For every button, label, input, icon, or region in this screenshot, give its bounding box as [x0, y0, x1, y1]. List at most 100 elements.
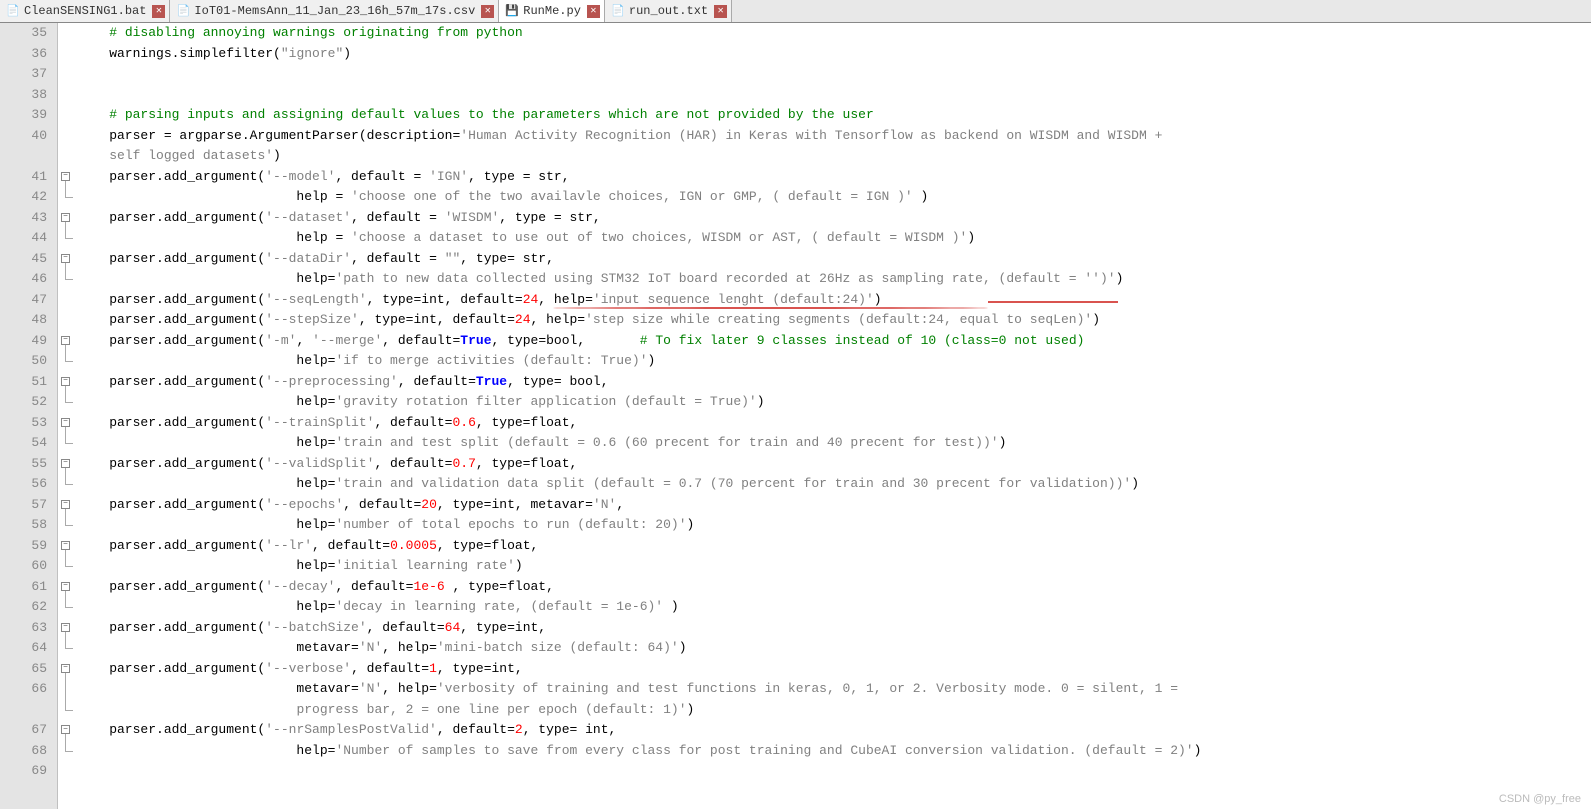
line-number: 46	[0, 269, 47, 290]
line-number: 40	[0, 126, 47, 147]
tab-runout[interactable]: 📄 run_out.txt ✕	[605, 0, 732, 22]
line-number: 47	[0, 290, 47, 311]
line-number: 62	[0, 597, 47, 618]
tab-label: IoT01-MemsAnn_11_Jan_23_16h_57m_17s.csv	[194, 4, 475, 18]
tab-bar: 📄 CleanSENSING1.bat ✕ 📄 IoT01-MemsAnn_11…	[0, 0, 1591, 23]
fold-column: − − − − − − − − − − − − −	[58, 23, 78, 809]
fold-marker[interactable]: −	[61, 459, 70, 468]
line-number: 38	[0, 85, 47, 106]
line-number: 48	[0, 310, 47, 331]
save-icon: 💾	[505, 4, 519, 18]
tab-runme[interactable]: 💾 RunMe.py ✕	[499, 0, 605, 22]
editor-area: 353637383940 414243444546474849505152535…	[0, 23, 1591, 809]
fold-marker[interactable]: −	[61, 172, 70, 181]
code-line[interactable]: parser.add_argument('--dataset', default…	[78, 208, 1591, 229]
code-line[interactable]: parser.add_argument('-m', '--merge', def…	[78, 331, 1591, 352]
code-area[interactable]: − − − − − − − − − − − − − # disabling annoying warni…	[58, 23, 1591, 809]
code-line[interactable]: metavar='N', help='verbosity of training…	[78, 679, 1591, 700]
code-line[interactable]: parser.add_argument('--validSplit', defa…	[78, 454, 1591, 475]
code-line[interactable]: parser.add_argument('--dataDir', default…	[78, 249, 1591, 270]
code-line[interactable]: parser.add_argument('--batchSize', defau…	[78, 618, 1591, 639]
fold-marker[interactable]: −	[61, 336, 70, 345]
code-line[interactable]: help='initial learning rate')	[78, 556, 1591, 577]
line-number: 65	[0, 659, 47, 680]
line-number: 55	[0, 454, 47, 475]
underline-annotation	[553, 307, 988, 309]
file-icon: 📄	[611, 4, 625, 18]
code-line[interactable]: help='Number of samples to save from eve…	[78, 741, 1591, 762]
line-number: 58	[0, 515, 47, 536]
tab-cleansensing[interactable]: 📄 CleanSENSING1.bat ✕	[0, 0, 170, 22]
code-line[interactable]: # disabling annoying warnings originatin…	[78, 23, 1591, 44]
code-line[interactable]: help='number of total epochs to run (def…	[78, 515, 1591, 536]
file-icon: 📄	[176, 4, 190, 18]
line-number: 50	[0, 351, 47, 372]
code-content[interactable]: # disabling annoying warnings originatin…	[78, 23, 1591, 782]
code-line[interactable]: parser.add_argument('--trainSplit', defa…	[78, 413, 1591, 434]
code-line[interactable]: help = 'choose one of the two availavle …	[78, 187, 1591, 208]
code-line[interactable]: parser.add_argument('--stepSize', type=i…	[78, 310, 1591, 331]
line-number: 35	[0, 23, 47, 44]
fold-marker[interactable]: −	[61, 377, 70, 386]
close-icon[interactable]: ✕	[587, 5, 600, 18]
line-number	[0, 700, 47, 721]
code-line[interactable]: parser.add_argument('--epochs', default=…	[78, 495, 1591, 516]
fold-marker[interactable]: −	[61, 500, 70, 509]
code-line[interactable]: parser.add_argument('--model', default =…	[78, 167, 1591, 188]
fold-marker[interactable]: −	[61, 213, 70, 222]
code-line[interactable]: # parsing inputs and assigning default v…	[78, 105, 1591, 126]
tab-label: run_out.txt	[629, 4, 708, 18]
line-number: 43	[0, 208, 47, 229]
code-line[interactable]: metavar='N', help='mini-batch size (defa…	[78, 638, 1591, 659]
code-line[interactable]	[78, 85, 1591, 106]
fold-marker[interactable]: −	[61, 541, 70, 550]
line-number: 64	[0, 638, 47, 659]
code-line[interactable]: self logged datasets')	[78, 146, 1591, 167]
code-line[interactable]: warnings.simplefilter("ignore")	[78, 44, 1591, 65]
line-number: 69	[0, 761, 47, 782]
line-number: 36	[0, 44, 47, 65]
code-line[interactable]: help='train and test split (default = 0.…	[78, 433, 1591, 454]
code-line[interactable]: parser.add_argument('--preprocessing', d…	[78, 372, 1591, 393]
line-number: 61	[0, 577, 47, 598]
watermark: CSDN @py_free	[1499, 793, 1581, 805]
line-number: 45	[0, 249, 47, 270]
line-number: 39	[0, 105, 47, 126]
code-line[interactable]: help='path to new data collected using S…	[78, 269, 1591, 290]
line-number: 49	[0, 331, 47, 352]
line-number: 53	[0, 413, 47, 434]
line-number	[0, 146, 47, 167]
code-line[interactable]: parser = argparse.ArgumentParser(descrip…	[78, 126, 1591, 147]
code-line[interactable]: parser.add_argument('--decay', default=1…	[78, 577, 1591, 598]
fold-marker[interactable]: −	[61, 418, 70, 427]
code-line[interactable]: parser.add_argument('--verbose', default…	[78, 659, 1591, 680]
code-line[interactable]	[78, 64, 1591, 85]
fold-marker[interactable]: −	[61, 254, 70, 263]
line-number: 67	[0, 720, 47, 741]
code-line[interactable]: help='gravity rotation filter applicatio…	[78, 392, 1591, 413]
fold-marker[interactable]: −	[61, 582, 70, 591]
code-line[interactable]: help = 'choose a dataset to use out of t…	[78, 228, 1591, 249]
code-line[interactable]: help='if to merge activities (default: T…	[78, 351, 1591, 372]
code-line[interactable]: parser.add_argument('--lr', default=0.00…	[78, 536, 1591, 557]
fold-marker[interactable]: −	[61, 725, 70, 734]
code-line[interactable]: help='decay in learning rate, (default =…	[78, 597, 1591, 618]
line-number-gutter: 353637383940 414243444546474849505152535…	[0, 23, 58, 809]
line-number: 56	[0, 474, 47, 495]
fold-marker[interactable]: −	[61, 623, 70, 632]
strike-annotation	[988, 301, 1118, 303]
tab-label: RunMe.py	[523, 4, 581, 18]
code-line[interactable]: parser.add_argument('--nrSamplesPostVali…	[78, 720, 1591, 741]
code-line[interactable]	[78, 761, 1591, 782]
fold-marker[interactable]: −	[61, 664, 70, 673]
close-icon[interactable]: ✕	[714, 5, 727, 18]
close-icon[interactable]: ✕	[152, 5, 165, 18]
code-line[interactable]: help='train and validation data split (d…	[78, 474, 1591, 495]
line-number: 54	[0, 433, 47, 454]
line-number: 63	[0, 618, 47, 639]
tab-iot-csv[interactable]: 📄 IoT01-MemsAnn_11_Jan_23_16h_57m_17s.cs…	[170, 0, 499, 22]
close-icon[interactable]: ✕	[481, 5, 494, 18]
line-number: 60	[0, 556, 47, 577]
code-line[interactable]: progress bar, 2 = one line per epoch (de…	[78, 700, 1591, 721]
file-icon: 📄	[6, 4, 20, 18]
